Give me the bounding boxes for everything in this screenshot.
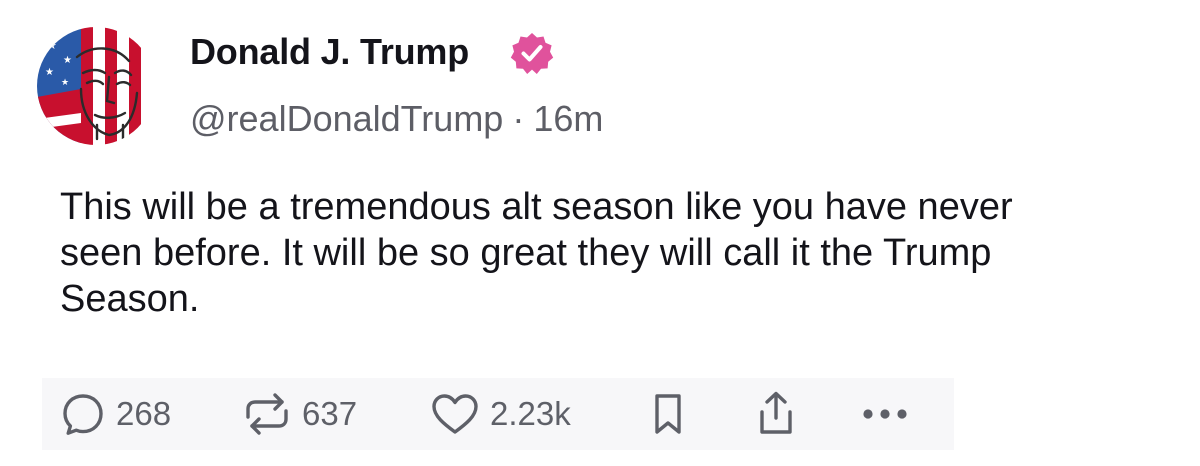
action-bar: 268 637 2.23k bbox=[42, 378, 954, 450]
repost-count: 637 bbox=[302, 395, 358, 432]
post-card: ★ ★ ★ ★ Donald J. Trump @realDonaldTrump… bbox=[0, 0, 1200, 466]
author-handle[interactable]: @realDonaldTrump bbox=[190, 98, 503, 139]
bookmark-button[interactable] bbox=[648, 378, 688, 450]
like-count: 2.23k bbox=[490, 395, 571, 432]
author-display-name[interactable]: Donald J. Trump bbox=[190, 31, 469, 73]
heart-icon bbox=[430, 391, 480, 437]
repost-arrows-icon bbox=[242, 391, 292, 437]
reply-button[interactable]: 268 bbox=[60, 378, 171, 450]
share-upload-icon bbox=[754, 390, 798, 438]
more-dots-icon bbox=[860, 404, 910, 424]
svg-text:★: ★ bbox=[61, 78, 69, 88]
bookmark-icon bbox=[648, 391, 688, 437]
avatar[interactable]: ★ ★ ★ ★ bbox=[37, 27, 155, 145]
meta-separator: · bbox=[512, 98, 525, 139]
svg-text:★: ★ bbox=[47, 39, 57, 52]
author-meta: @realDonaldTrump · 16m bbox=[190, 98, 603, 140]
svg-text:★: ★ bbox=[45, 67, 54, 78]
more-options-button[interactable] bbox=[860, 378, 910, 450]
reply-count: 268 bbox=[116, 395, 172, 432]
verified-check-icon bbox=[509, 30, 555, 76]
post-body-text: This will be a tremendous alt season lik… bbox=[60, 186, 1013, 320]
share-button[interactable] bbox=[754, 378, 798, 450]
svg-text:★: ★ bbox=[63, 55, 72, 66]
reply-bubble-icon bbox=[60, 391, 106, 437]
repost-button[interactable]: 637 bbox=[242, 378, 357, 450]
like-button[interactable]: 2.23k bbox=[430, 378, 571, 450]
post-timestamp[interactable]: 16m bbox=[533, 98, 603, 139]
